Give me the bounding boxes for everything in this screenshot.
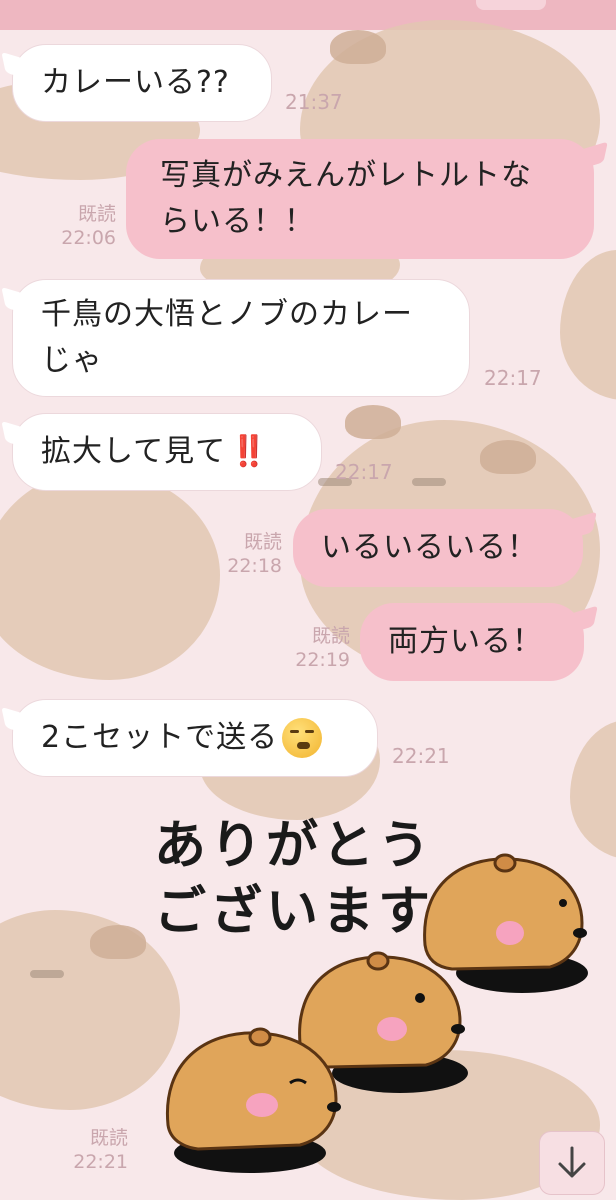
message-time: 21:37 (285, 90, 343, 114)
read-receipt: 既読 (77, 203, 116, 225)
message-bubble-outgoing[interactable]: いるいるいる！ (293, 509, 583, 587)
message-text: 千鳥の大悟とノブのカレー じゃ (41, 297, 413, 378)
message-bubble-incoming[interactable]: カレーいる?? (12, 44, 272, 122)
message-meta: 既読 22:21 (48, 1126, 128, 1174)
message-time: 22:17 (484, 366, 542, 390)
read-receipt: 既読 (243, 531, 282, 553)
message-bubble-incoming[interactable]: 拡大して見て ‼️ (12, 413, 322, 491)
message-text: 拡大して見て (41, 434, 227, 469)
message-time: 22:17 (335, 460, 393, 484)
message-bubble-outgoing[interactable]: 両方いる！ (360, 603, 584, 681)
message-bubble-incoming[interactable]: 2こセットで送る (12, 699, 378, 777)
message-bubble-incoming[interactable]: 千鳥の大悟とノブのカレー じゃ (12, 279, 470, 397)
message-text: いるいるいる！ (321, 530, 538, 565)
message-time: 22:21 (73, 1151, 128, 1173)
message-text: 両方いる！ (388, 624, 543, 659)
message-time: 22:06 (61, 227, 116, 249)
message-bubble-outgoing[interactable]: 写真がみえんがレトルトな らいる！！ (126, 139, 594, 259)
read-receipt: 既読 (89, 1127, 128, 1149)
message-meta: 既読 22:19 (272, 624, 350, 672)
message-text: 2こセットで送る (41, 720, 279, 755)
raised-eyebrow-face-icon (282, 718, 323, 758)
message-text: カレーいる?? (41, 65, 230, 100)
message-meta: 既読 22:18 (204, 530, 282, 578)
message-time: 22:18 (227, 555, 282, 577)
sticker-message[interactable]: ありがとう ございます (150, 805, 610, 1180)
message-time: 22:21 (392, 744, 450, 768)
scroll-to-bottom-button[interactable] (539, 1131, 605, 1195)
read-receipt: 既読 (311, 625, 350, 647)
message-text: 写真がみえんがレトルトな らいる！！ (160, 158, 532, 239)
message-meta: 既読 22:06 (40, 202, 116, 250)
message-time: 22:19 (295, 649, 350, 671)
sticker-caption: ありがとう ございます (154, 816, 435, 942)
arrow-down-icon (558, 1146, 586, 1178)
double-exclamation-icon: ‼️ (230, 434, 267, 469)
